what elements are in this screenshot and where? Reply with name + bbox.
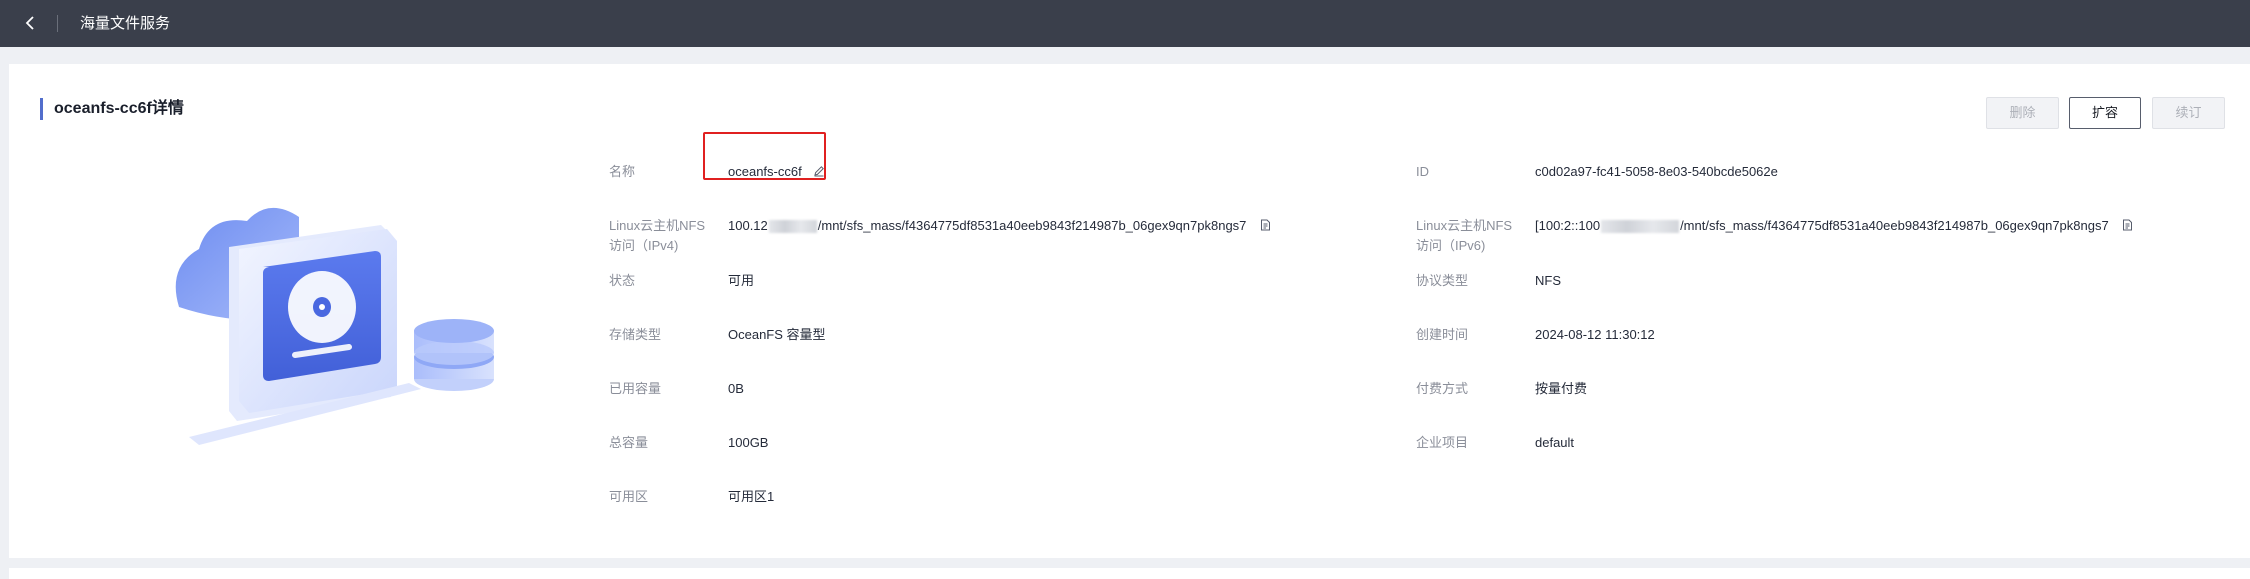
ipv6-suffix: /mnt/sfs_mass/f4364775df8531a40eeb9843f2… — [1680, 218, 2109, 233]
ipv4-suffix: /mnt/sfs_mass/f4364775df8531a40eeb9843f2… — [817, 218, 1247, 233]
created-time-label: 创建时间 — [1416, 327, 1469, 342]
ipv6-prefix: [100:2::100 — [1535, 218, 1601, 233]
ipv6-path-value: [100:2::100/mnt/sfs_mass/f4364775df8531a… — [1535, 216, 2133, 237]
renew-button[interactable]: 续订 — [2152, 97, 2225, 129]
protocol-label: 协议类型 — [1416, 273, 1469, 288]
detail-card: oceanfs-cc6f详情 删除 扩容 续订 名称 oceanfs-cc6f … — [9, 64, 2250, 558]
ipv6-label: Linux云主机NFS 访问（IPv6) — [1416, 216, 1512, 256]
expand-button[interactable]: 扩容 — [2069, 97, 2141, 129]
enterprise-project-value: default — [1535, 435, 1575, 450]
ipv4-label-line1: Linux云主机NFS — [609, 218, 706, 233]
used-capacity-value: 0B — [728, 381, 744, 396]
bottom-panel — [9, 568, 2250, 579]
delete-button[interactable]: 删除 — [1986, 97, 2059, 129]
redacted-ip-segment — [768, 220, 817, 234]
created-time-value: 2024-08-12 11:30:12 — [1535, 327, 1655, 342]
id-value: c0d02a97-fc41-5058-8e03-540bcde5062e — [1535, 164, 1778, 179]
ipv4-label-line2: 访问（IPv4) — [609, 238, 679, 253]
total-capacity-value: 100GB — [728, 435, 769, 450]
chevron-left-icon — [25, 16, 34, 30]
used-capacity-label: 已用容量 — [609, 381, 662, 396]
billing-label: 付费方式 — [1416, 381, 1469, 396]
storage-type-label: 存储类型 — [609, 327, 662, 342]
storage-type-value: OceanFS 容量型 — [728, 327, 826, 342]
billing-value: 按量付费 — [1535, 381, 1588, 396]
back-button[interactable] — [20, 12, 42, 34]
name-label: 名称 — [609, 164, 636, 179]
id-label: ID — [1416, 164, 1429, 179]
status-value: 可用 — [728, 273, 755, 288]
availability-zone-label: 可用区 — [609, 489, 649, 504]
title-accent-bar — [40, 98, 43, 120]
file-storage-illustration — [175, 207, 494, 445]
top-bar: 海量文件服务 — [0, 0, 2250, 47]
redacted-ip-segment — [1601, 220, 1680, 234]
total-capacity-label: 总容量 — [609, 435, 649, 450]
top-divider — [57, 15, 58, 32]
ipv6-label-line2: 访问（IPv6) — [1416, 238, 1486, 253]
copy-icon[interactable] — [1260, 217, 1271, 237]
enterprise-project-label: 企业项目 — [1416, 435, 1469, 450]
protocol-value: NFS — [1535, 273, 1561, 288]
highlight-annotation-box — [703, 132, 826, 180]
availability-zone-value: 可用区1 — [728, 489, 775, 504]
copy-icon[interactable] — [2122, 217, 2133, 237]
ipv4-path-value: 100.12/mnt/sfs_mass/f4364775df8531a40eeb… — [728, 216, 1271, 237]
card-title: oceanfs-cc6f详情 — [54, 100, 184, 117]
page-title: 海量文件服务 — [80, 15, 171, 32]
ipv4-prefix: 100.12 — [728, 218, 768, 233]
status-label: 状态 — [609, 273, 636, 288]
ipv4-label: Linux云主机NFS 访问（IPv4) — [609, 216, 705, 256]
ipv6-label-line1: Linux云主机NFS — [1416, 218, 1513, 233]
